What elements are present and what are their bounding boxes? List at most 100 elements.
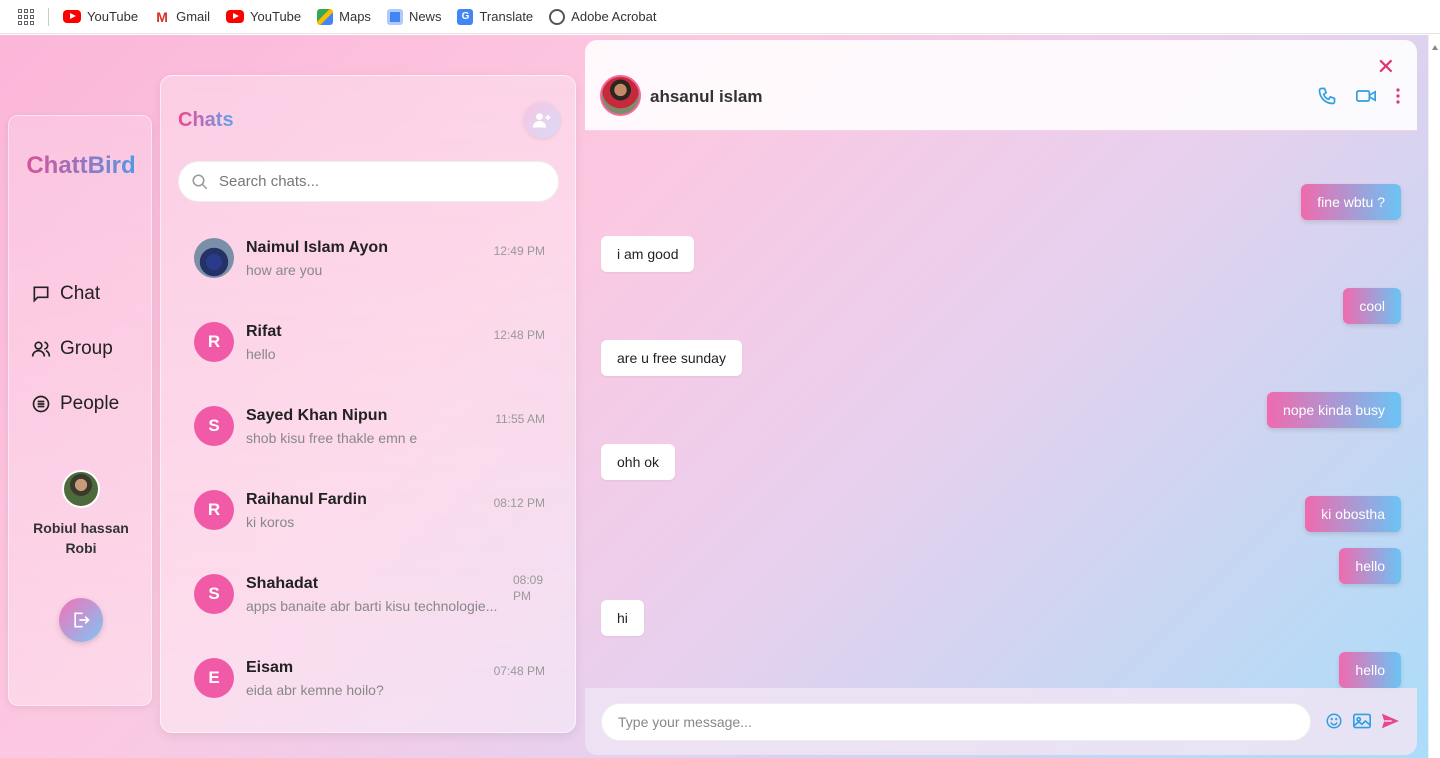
chat-time: 12:48 PM (493, 328, 545, 342)
message-sent: fine wbtu ? (1301, 184, 1401, 220)
chat-last-message: hello (246, 345, 276, 362)
bookmark-youtube[interactable]: YouTube (63, 9, 138, 24)
chat-item[interactable]: E Eisam eida abr kemne hoilo? 07:48 PM (178, 636, 562, 720)
phone-icon[interactable] (1317, 86, 1337, 111)
sidebar: ChattBird Chat Group People Robiul hassa… (8, 115, 152, 706)
chat-name: Eisam (246, 658, 294, 676)
chat-last-message: apps banaite abr barti kisu technologie.… (246, 597, 498, 614)
chat-time: 08:12 PM (493, 496, 545, 510)
user-name: Robiul hassan Robi (33, 520, 129, 556)
chat-item[interactable]: R Rifat hello 12:48 PM (178, 300, 562, 384)
send-icon[interactable] (1380, 712, 1400, 735)
bookmarks-separator (48, 7, 49, 26)
news-icon (386, 8, 403, 25)
apps-grid-icon[interactable] (18, 8, 34, 25)
bookmark-label: Gmail (176, 9, 211, 24)
logout-button[interactable] (59, 598, 103, 642)
chat-name: Naimul Islam Ayon (246, 238, 388, 256)
chat-item[interactable]: S Sayed Khan Nipun shob kisu free thakle … (178, 384, 562, 468)
avatar[interactable] (600, 75, 641, 116)
group-icon (31, 341, 51, 357)
nav-chat[interactable]: Chat (31, 283, 100, 305)
bookmark-label: YouTube (250, 9, 302, 24)
chat-list: Naimul Islam Ayon how are you 12:49 PM R … (178, 216, 562, 720)
more-options-icon[interactable] (1395, 87, 1401, 110)
chat-last-message: shob kisu free thakle emn e (246, 429, 418, 446)
add-user-button[interactable] (524, 102, 560, 138)
chat-time: 07:48 PM (493, 664, 545, 678)
header-actions (1299, 86, 1401, 111)
bookmark-translate[interactable]: G Translate (457, 8, 534, 25)
avatar: S (194, 574, 234, 614)
bookmark-news[interactable]: News (386, 8, 442, 25)
chat-name: Shahadat (246, 574, 319, 592)
chat-time: 12:49 PM (493, 244, 545, 258)
search-icon (192, 174, 208, 189)
brand-logo: ChattBird (9, 152, 153, 180)
nav-group[interactable]: Group (31, 338, 113, 360)
chats-title: Chats (178, 109, 234, 131)
bookmark-label: Adobe Acrobat (571, 9, 657, 24)
app-background: ChattBird Chat Group People Robiul hassa… (0, 35, 1440, 758)
bookmark-gmail[interactable]: M Gmail (154, 9, 210, 25)
nav-label: Group (60, 338, 113, 359)
chat-item[interactable]: Naimul Islam Ayon how are you 12:49 PM (178, 216, 562, 300)
page-scrollbar[interactable] (1428, 35, 1440, 758)
chat-name: Raihanul Fardin (246, 490, 367, 508)
chat-item[interactable]: S Shahadat apps banaite abr barti kisu te… (178, 552, 562, 636)
chat-time: 08:09 PM (513, 573, 544, 603)
avatar: R (194, 322, 234, 362)
logout-icon (74, 612, 90, 628)
message-received: i am good (601, 236, 695, 272)
bookmark-youtube-2[interactable]: YouTube (226, 9, 301, 24)
gmail-icon: M (156, 8, 168, 25)
maps-icon (317, 8, 334, 25)
nav-label: Chat (60, 283, 101, 304)
video-call-icon[interactable] (1355, 86, 1377, 111)
conversation-panel: ✕ ahsanul islam fine wbtu ? i am good co… (585, 40, 1417, 755)
message-list: fine wbtu ? i am good cool are u free su… (585, 132, 1417, 688)
message-received: hi (601, 600, 644, 636)
chat-name: Rifat (246, 322, 282, 340)
message-received: ohh ok (601, 444, 676, 480)
message-sent: hello (1339, 548, 1401, 584)
acrobat-icon (549, 8, 566, 25)
chat-last-message: eida abr kemne hoilo? (246, 681, 384, 698)
message-sent: nope kinda busy (1267, 392, 1401, 428)
image-upload-icon[interactable] (1352, 712, 1372, 735)
scroll-up-icon[interactable] (1432, 43, 1438, 53)
avatar: S (194, 406, 234, 446)
message-received: are u free sunday (601, 340, 742, 376)
youtube-icon (63, 10, 81, 23)
contact-name: ahsanul islam (650, 87, 763, 106)
chat-name: Sayed Khan Nipun (246, 406, 388, 424)
chat-last-message: ki koros (246, 513, 295, 530)
close-icon[interactable]: ✕ (1377, 54, 1395, 80)
bookmarks-bar: YouTube M Gmail YouTube Maps News G Transl… (0, 0, 1440, 34)
message-input[interactable] (601, 703, 1311, 741)
bookmark-acrobat[interactable]: Adobe Acrobat (549, 8, 657, 25)
people-list-icon (32, 395, 50, 413)
bookmark-label: Translate (479, 9, 534, 24)
user-profile: Robiul hassan Robi (9, 470, 153, 558)
message-sent: ki obostha (1305, 496, 1401, 532)
add-user-icon (532, 113, 551, 128)
avatar: R (194, 490, 234, 530)
emoji-icon[interactable] (1325, 712, 1343, 735)
translate-icon: G (457, 8, 474, 25)
bookmark-label: Maps (339, 9, 371, 24)
chats-panel: Chats Naimul Islam Ayon how are you 12:49… (160, 75, 576, 733)
chat-last-message: how are you (246, 261, 323, 278)
bookmark-maps[interactable]: Maps (317, 8, 371, 25)
youtube-icon (226, 10, 245, 23)
avatar[interactable] (62, 470, 100, 508)
search-input[interactable] (219, 173, 519, 190)
message-sent: hello (1339, 652, 1401, 688)
conversation-header: ✕ ahsanul islam (585, 40, 1417, 131)
nav-people[interactable]: People (31, 393, 119, 415)
bookmark-label: News (408, 9, 442, 24)
nav-label: People (60, 393, 120, 414)
bookmark-label: YouTube (87, 9, 139, 24)
chat-item[interactable]: R Raihanul Fardin ki koros 08:12 PM (178, 468, 562, 552)
avatar: E (194, 658, 234, 698)
